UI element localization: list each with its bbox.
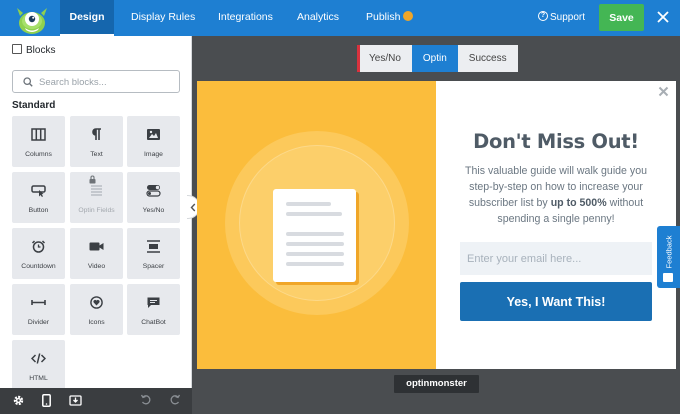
top-navigation-bar: Design Display Rules Integrations Analyt…	[0, 0, 680, 36]
popup-body-highlight: up to 500%	[550, 197, 607, 209]
optin-popup-preview: Don't Miss Out! This valuable guide will…	[197, 81, 676, 369]
popup-body-text: This valuable guide will walk guide you …	[465, 165, 647, 225]
sidebar-bottom-toolbar	[0, 388, 192, 414]
publish-warning-badge	[403, 11, 414, 22]
toggle-icon	[146, 185, 161, 197]
block-text[interactable]: Text	[70, 116, 123, 167]
document-illustration-icon	[273, 189, 356, 282]
view-tab-yes-no[interactable]: Yes/No	[357, 45, 412, 72]
redo-icon[interactable]	[169, 394, 181, 406]
block-label: Icons	[88, 319, 105, 326]
block-yes-no[interactable]: Yes/No	[127, 172, 180, 223]
email-field[interactable]	[460, 242, 652, 275]
support-link[interactable]: ? Support	[538, 0, 585, 36]
blocks-sidebar: Blocks Standard Columns Text Image Butto…	[0, 36, 192, 388]
block-label: Yes/No	[142, 207, 165, 214]
heart-circle-icon	[90, 296, 103, 309]
block-label: Video	[87, 263, 106, 270]
block-label: Countdown	[21, 263, 56, 270]
optinmonster-logo-icon[interactable]	[14, 2, 50, 35]
support-label: Support	[550, 12, 586, 23]
block-label: Text	[90, 151, 103, 158]
tab-display-rules[interactable]: Display Rules	[131, 0, 195, 36]
section-standard-heading: Standard	[12, 100, 56, 111]
blocks-icon	[12, 44, 22, 55]
block-label: ChatBot	[141, 319, 166, 326]
columns-icon	[31, 128, 46, 141]
feedback-tab[interactable]: Feedback	[657, 226, 680, 288]
popup-image-panel	[197, 81, 436, 369]
block-chatbot[interactable]: ChatBot	[127, 284, 180, 335]
view-tab-success[interactable]: Success	[457, 45, 518, 72]
submit-cta-button[interactable]: Yes, I Want This!	[460, 282, 652, 321]
lock-icon	[89, 175, 96, 184]
question-icon: ?	[538, 11, 548, 22]
save-button[interactable]: Save	[599, 4, 644, 31]
optinmonster-footer-logo: optinmonster	[394, 375, 479, 393]
tab-analytics[interactable]: Analytics	[297, 0, 339, 36]
tab-publish[interactable]: Publish	[366, 0, 414, 36]
block-columns[interactable]: Columns	[12, 116, 65, 167]
block-image[interactable]: Image	[127, 116, 180, 167]
block-divider[interactable]: Divider	[12, 284, 65, 335]
spacer-icon	[147, 240, 160, 253]
code-icon	[31, 353, 46, 364]
block-video[interactable]: Video	[70, 228, 123, 279]
tab-integrations[interactable]: Integrations	[218, 0, 273, 36]
block-button[interactable]: Button	[12, 172, 65, 223]
block-label: Spacer	[142, 263, 165, 270]
paragraph-icon	[92, 128, 101, 140]
video-camera-icon	[89, 242, 104, 251]
popup-close-icon[interactable]	[658, 86, 669, 97]
form-icon	[91, 185, 102, 196]
view-tabs: Yes/No Optin Success	[357, 45, 518, 72]
undo-icon[interactable]	[140, 394, 152, 406]
block-html[interactable]: HTML	[12, 340, 65, 388]
block-icons[interactable]: Icons	[70, 284, 123, 335]
block-label: Optin Fields	[78, 207, 115, 214]
view-tab-optin[interactable]: Optin	[411, 45, 458, 72]
search-box	[12, 70, 180, 93]
chevron-left-icon	[190, 203, 196, 212]
block-label: Divider	[27, 319, 50, 326]
divider-icon	[31, 300, 46, 305]
chat-icon	[147, 297, 160, 308]
mobile-preview-icon[interactable]	[42, 394, 51, 407]
block-countdown[interactable]: Countdown	[12, 228, 65, 279]
block-label: Button	[28, 207, 49, 214]
popup-headline: Don't Miss Out!	[473, 130, 639, 153]
button-icon	[31, 185, 46, 197]
tab-design[interactable]: Design	[60, 0, 114, 36]
search-icon	[23, 77, 33, 87]
block-label: HTML	[29, 375, 48, 382]
search-input[interactable]	[39, 74, 174, 90]
alarm-clock-icon	[31, 240, 46, 253]
block-spacer[interactable]: Spacer	[127, 228, 180, 279]
template-save-icon[interactable]	[69, 394, 82, 407]
block-label: Columns	[25, 151, 52, 158]
sidebar-title: Blocks	[12, 44, 56, 56]
block-optin-fields[interactable]: Optin Fields	[70, 172, 123, 223]
image-icon	[147, 129, 160, 140]
feedback-label: Feedback	[664, 235, 673, 269]
feedback-icon	[663, 273, 673, 282]
gear-icon[interactable]	[12, 394, 25, 407]
block-label: Image	[144, 151, 163, 158]
tab-publish-label: Publish	[366, 11, 401, 23]
close-icon[interactable]	[655, 9, 671, 25]
sidebar-title-label: Blocks	[26, 45, 56, 56]
